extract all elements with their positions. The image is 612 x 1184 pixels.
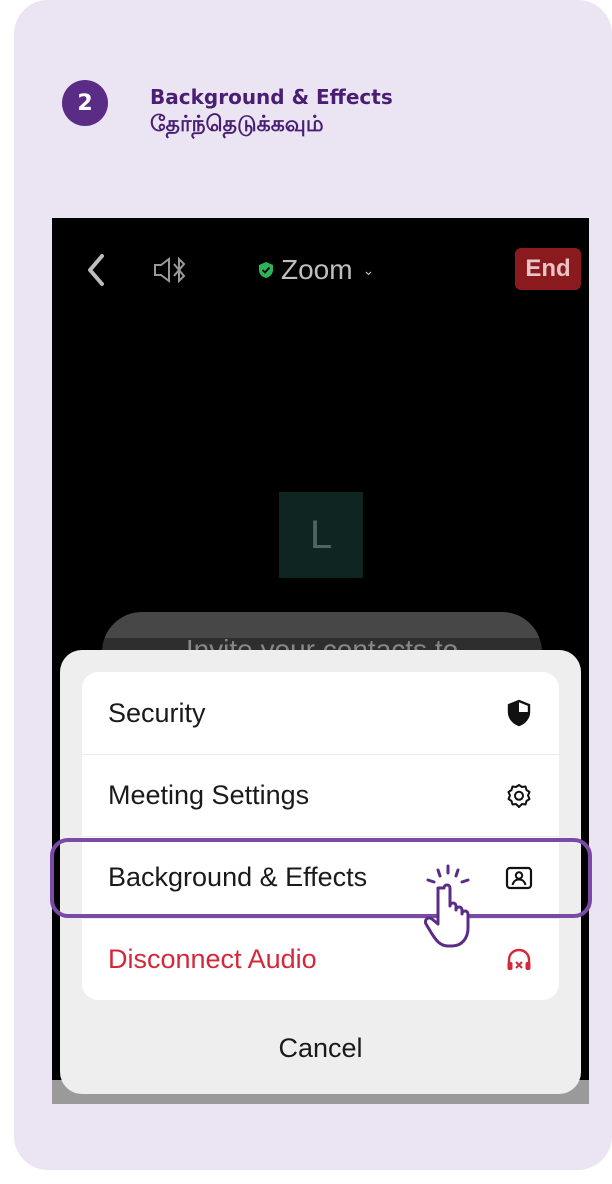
gear-icon: [507, 783, 531, 808]
menu-item-label: Meeting Settings: [108, 780, 310, 810]
shield-icon: [507, 699, 531, 727]
cancel-button[interactable]: Cancel: [60, 1012, 581, 1084]
menu-item-security[interactable]: Security: [82, 672, 559, 754]
verified-shield-icon: [259, 262, 273, 278]
tap-hand-pointer-icon: [424, 864, 470, 948]
menu-card: Security Meeting Settings Background & E…: [82, 672, 559, 1000]
step-number-badge: 2: [62, 80, 108, 126]
headphones-x-icon: [507, 948, 531, 970]
meeting-title[interactable]: Zoom ⌄: [257, 254, 374, 286]
menu-item-meeting-settings[interactable]: Meeting Settings: [82, 754, 559, 836]
phone-screenshot: Zoom ⌄ End L Invite your contacts to Sec…: [52, 218, 589, 1104]
back-chevron-icon[interactable]: [84, 252, 108, 288]
step-title: Background & Effects: [150, 85, 393, 109]
end-meeting-button[interactable]: End: [515, 248, 581, 290]
meeting-top-bar: Zoom ⌄ End: [52, 218, 589, 318]
step-subtitle: தேர்ந்தெடுக்கவும்: [150, 112, 324, 137]
meeting-title-label: Zoom: [281, 254, 353, 285]
chevron-down-icon: ⌄: [362, 261, 375, 278]
menu-item-label: Security: [108, 697, 206, 728]
menu-item-label: Disconnect Audio: [108, 944, 317, 974]
menu-item-disconnect-audio[interactable]: Disconnect Audio: [82, 918, 559, 1000]
speaker-bluetooth-icon[interactable]: [152, 256, 188, 284]
highlight-outline: [50, 838, 592, 918]
participant-avatar: L: [279, 492, 363, 578]
